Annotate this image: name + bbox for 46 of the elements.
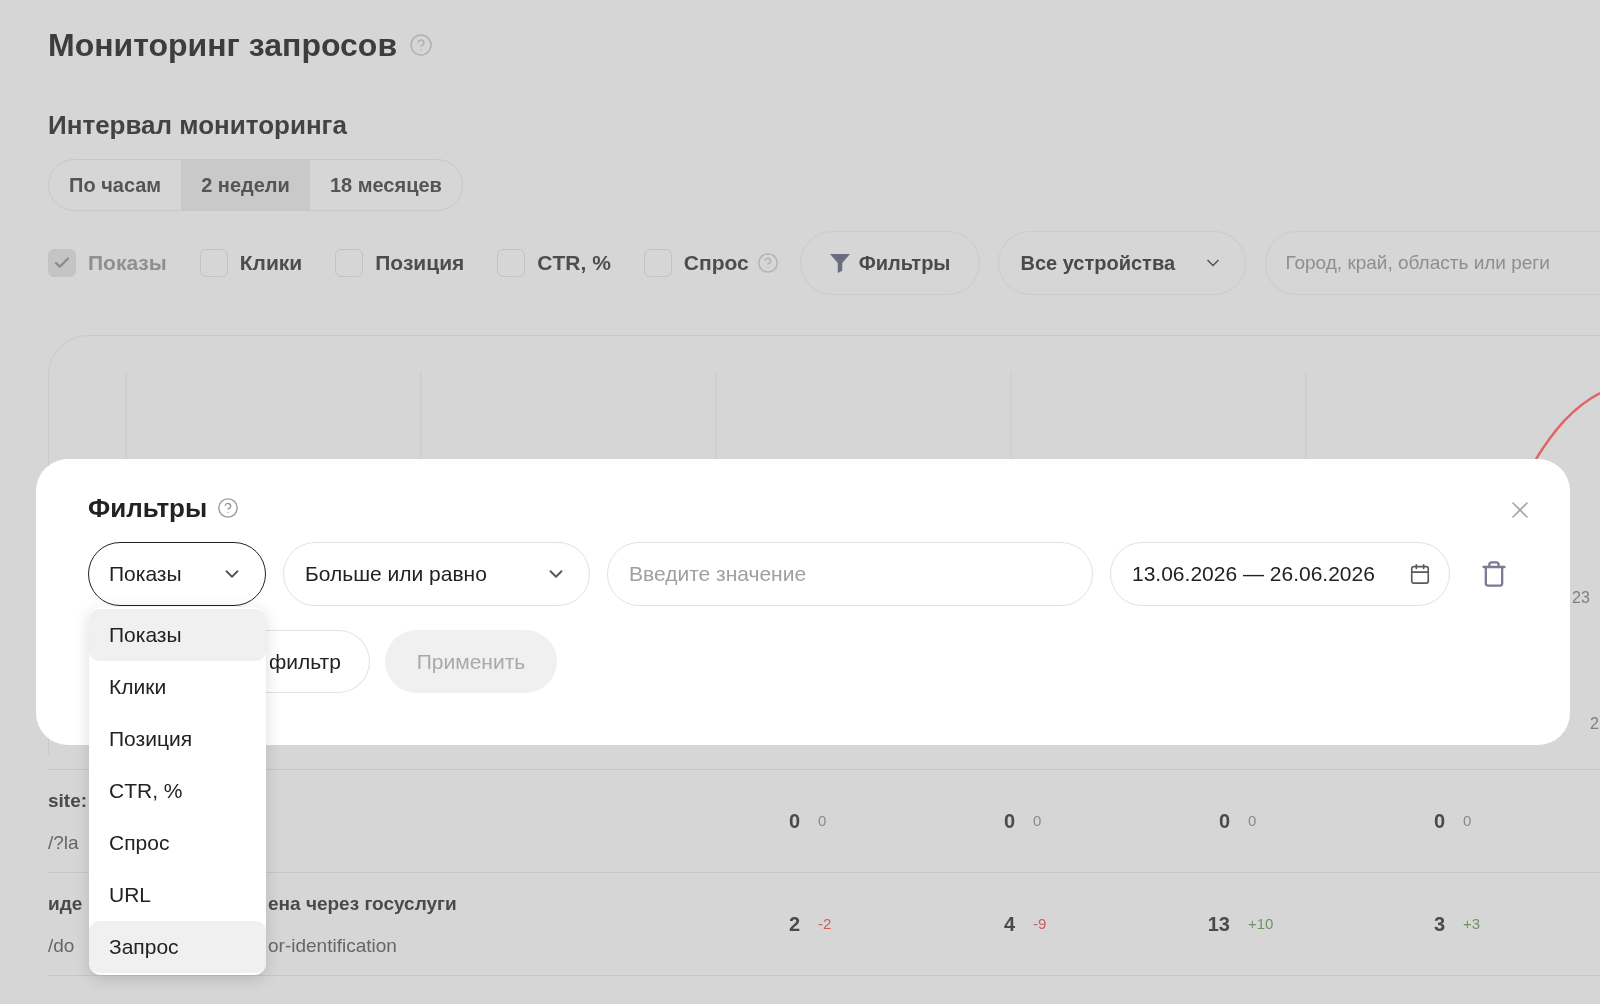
metric-delta: 0 bbox=[1248, 810, 1257, 831]
metric-value: 3 bbox=[1433, 912, 1445, 937]
axis-label: 23 bbox=[1572, 588, 1590, 608]
metric-value: 0 bbox=[1218, 809, 1230, 834]
checkbox-label: Показы bbox=[88, 250, 167, 277]
checkbox-label: Позиция bbox=[375, 250, 465, 277]
help-icon[interactable] bbox=[409, 33, 434, 57]
row-url: /?la bbox=[48, 832, 79, 853]
help-icon[interactable] bbox=[756, 252, 779, 274]
checkbox-label: CTR, % bbox=[537, 250, 611, 277]
interval-tab[interactable]: 18 месяцев bbox=[309, 160, 462, 210]
axis-label: 2 bbox=[1590, 714, 1599, 734]
page-title: Мониторинг запросов bbox=[48, 26, 398, 65]
metric-value: 13 bbox=[1207, 912, 1230, 937]
interval-tab[interactable]: 2 недели bbox=[181, 160, 310, 210]
metric-delta: -2 bbox=[818, 913, 832, 934]
value-input[interactable]: Введите значение bbox=[607, 542, 1093, 606]
section-heading: Интервал мониторинга bbox=[48, 109, 347, 142]
help-icon[interactable] bbox=[217, 497, 240, 519]
metric-delta: -9 bbox=[1033, 913, 1047, 934]
metric-value: 4 bbox=[1003, 912, 1015, 937]
metric-delta: 0 bbox=[1463, 810, 1472, 831]
region-field[interactable]: Город, край, область или реги bbox=[1265, 231, 1600, 295]
row-url: /do bbox=[48, 935, 75, 956]
trash-icon bbox=[1480, 560, 1508, 588]
row-url: or-identification bbox=[268, 935, 397, 956]
menu-option[interactable]: Показы bbox=[89, 609, 266, 661]
row-title: ена через госуслуги bbox=[268, 893, 457, 914]
row-title: иде bbox=[48, 893, 83, 914]
metric-delta: +10 bbox=[1248, 913, 1274, 934]
checkbox-label: Клики bbox=[239, 250, 303, 277]
funnel-icon bbox=[829, 253, 850, 273]
menu-option[interactable]: Запрос bbox=[89, 921, 266, 973]
metric-value: 2 bbox=[788, 912, 800, 937]
metric-value: 0 bbox=[788, 809, 800, 834]
dialog-title: Фильтры bbox=[88, 492, 208, 524]
metric-delta: 0 bbox=[1033, 810, 1042, 831]
checkbox-label: Спрос bbox=[683, 250, 749, 277]
metric-delta: 0 bbox=[818, 810, 827, 831]
calendar-icon bbox=[1409, 563, 1431, 585]
metric-value: 0 bbox=[1433, 809, 1445, 834]
metric-value: 0 bbox=[1003, 809, 1015, 834]
interval-tab[interactable]: По часам bbox=[49, 160, 182, 210]
delete-button[interactable] bbox=[1480, 560, 1508, 588]
row-title: site: bbox=[48, 790, 88, 811]
metric-delta: +3 bbox=[1463, 913, 1481, 934]
